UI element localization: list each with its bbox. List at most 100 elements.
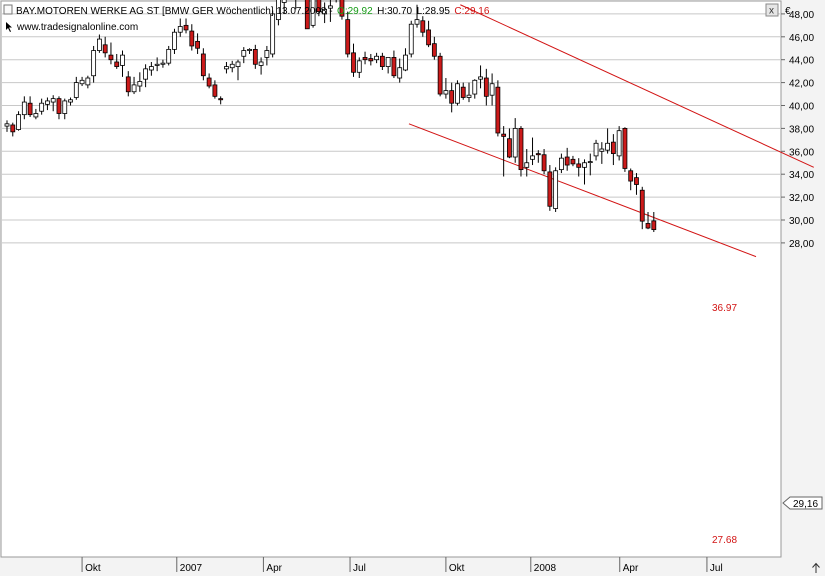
- candle-body: [200, 53, 206, 77]
- candle-body: [218, 98, 224, 101]
- channel-value-label: 36.97: [712, 303, 737, 314]
- candle-body: [166, 48, 172, 64]
- candle-body: [79, 79, 85, 85]
- candle-body: [431, 43, 437, 57]
- price-tick-label: 48,00: [789, 10, 814, 21]
- candle-body: [183, 24, 189, 31]
- candle-body: [39, 102, 45, 112]
- last-price-label: 29,16: [793, 499, 818, 510]
- time-tick-label: Apr: [623, 563, 639, 574]
- price-tick-label: 30,00: [789, 216, 814, 227]
- close-value: C:29.16: [454, 6, 489, 17]
- candle-body: [229, 63, 235, 69]
- candle-body: [593, 142, 599, 157]
- candle-body: [27, 102, 33, 116]
- candle: [455, 80, 460, 106]
- candle-body: [258, 61, 264, 66]
- candle-body: [518, 127, 524, 171]
- candle: [622, 127, 628, 172]
- time-tick-label: Okt: [85, 563, 101, 574]
- candle-body: [148, 66, 154, 71]
- candle-body: [547, 171, 553, 207]
- time-tick-label: Jul: [353, 563, 366, 574]
- close-button[interactable]: x: [765, 3, 779, 17]
- candle-body: [495, 86, 501, 134]
- price-tick-label: 32,00: [789, 193, 814, 204]
- candle-body: [195, 40, 200, 49]
- candle-body: [449, 90, 455, 104]
- candle-body: [403, 54, 408, 71]
- candle-body: [131, 84, 137, 93]
- candle-body: [160, 62, 166, 65]
- candle-body: [443, 90, 449, 95]
- candle-body: [21, 101, 27, 116]
- candle-body: [120, 54, 125, 66]
- candle-body: [524, 162, 530, 168]
- price-tick-label: 40,00: [789, 102, 814, 113]
- source-url: www.tradesignalonline.com: [16, 22, 138, 33]
- candle-body: [385, 57, 391, 67]
- candle-body: [10, 124, 16, 133]
- candle-body: [489, 83, 495, 96]
- candle-body: [530, 155, 535, 160]
- candle-body: [241, 50, 247, 57]
- candle: [518, 126, 524, 177]
- candle-body: [247, 48, 252, 51]
- scroll-arrow-button[interactable]: [809, 561, 823, 575]
- candle-body: [559, 157, 564, 171]
- candle-body: [414, 19, 420, 25]
- plot-area: [0, 0, 782, 558]
- candle-body: [397, 67, 403, 79]
- time-tick-label: Jul: [710, 563, 723, 574]
- candle-body: [345, 19, 351, 55]
- candle: [495, 80, 501, 137]
- candle-body: [68, 99, 73, 103]
- candle-body: [108, 54, 114, 61]
- candle-body: [616, 130, 622, 157]
- candle-body: [553, 170, 559, 209]
- candle-body: [264, 50, 270, 58]
- candle-body: [206, 77, 212, 87]
- candle-body: [177, 26, 183, 33]
- candle-body: [576, 163, 582, 168]
- candle-body: [541, 154, 547, 172]
- candle-body: [154, 63, 160, 66]
- candle-body: [391, 57, 397, 77]
- candle-body: [535, 153, 541, 156]
- candle-body: [281, 0, 287, 3]
- low-value: L:28.95: [417, 6, 451, 17]
- candle-body: [501, 133, 507, 137]
- close-icon: x: [769, 6, 774, 17]
- candle-body: [212, 84, 218, 97]
- instrument-name: BAY.MOTOREN WERKE AG ST [BMW GER Wöchent…: [16, 6, 333, 17]
- candle-body: [622, 127, 628, 169]
- candle: [616, 126, 622, 161]
- candle-body: [73, 82, 79, 98]
- candle-body: [634, 177, 639, 185]
- candle-body: [33, 113, 39, 118]
- time-tick-label: 2008: [534, 563, 557, 574]
- candle-body: [512, 127, 518, 158]
- candle-body: [599, 148, 605, 152]
- candle-body: [570, 158, 576, 165]
- time-tick-label: Okt: [449, 563, 465, 574]
- candle: [547, 165, 553, 211]
- candle-body: [102, 44, 108, 54]
- candle-body: [4, 123, 10, 127]
- candle-body: [56, 98, 62, 114]
- window-menu-icon[interactable]: [3, 4, 13, 15]
- price-tick-label: 46,00: [789, 33, 814, 44]
- candle-body: [85, 77, 91, 86]
- price-tick-label: 36,00: [789, 147, 814, 158]
- candle-body: [605, 142, 610, 151]
- candle-body: [437, 55, 443, 95]
- candle: [270, 10, 276, 58]
- candle-body: [235, 61, 241, 67]
- candle-body: [189, 30, 195, 47]
- candle-body: [455, 83, 460, 104]
- candle-body: [420, 20, 426, 33]
- time-tick-label: Apr: [266, 563, 282, 574]
- candle-body: [362, 57, 368, 61]
- candle-body: [651, 220, 657, 231]
- candle-body: [408, 23, 414, 55]
